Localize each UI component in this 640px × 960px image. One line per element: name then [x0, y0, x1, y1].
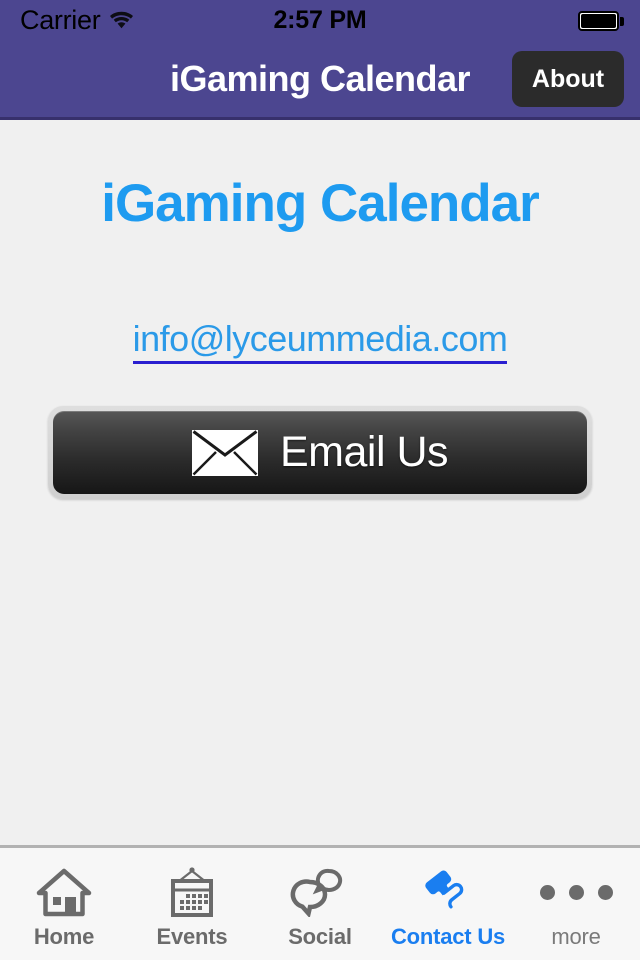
- tab-home-label: Home: [33, 924, 95, 949]
- tab-events-label: Events: [156, 924, 228, 949]
- tab-bar: Home Events Social Contact Us more: [0, 845, 640, 960]
- about-button[interactable]: About: [512, 51, 624, 107]
- email-link-container: info@lyceummedia.com: [0, 318, 640, 364]
- app-screen: Carrier 2:57 PM iGaming Calendar About i…: [0, 0, 640, 960]
- tab-home[interactable]: Home: [0, 848, 128, 960]
- email-address-link[interactable]: info@lyceummedia.com: [132, 318, 508, 364]
- tab-more-label: more: [551, 924, 601, 949]
- email-us-button-label: Email Us: [279, 428, 449, 476]
- tab-events[interactable]: Events: [128, 848, 256, 960]
- envelope-icon: [191, 429, 258, 476]
- navigation-bar: iGaming Calendar About: [0, 40, 640, 120]
- main-content: iGaming Calendar info@lyceummedia.com Em…: [0, 123, 640, 845]
- battery-icon: [578, 11, 624, 31]
- ellipsis-icon: [539, 864, 613, 920]
- phone-handset-icon: [419, 864, 477, 920]
- home-icon: [36, 864, 92, 920]
- chat-bubbles-icon: [290, 864, 350, 920]
- status-bar: Carrier 2:57 PM: [0, 0, 640, 40]
- page-title: iGaming Calendar: [101, 174, 540, 233]
- tab-contact-us-label: Contact Us: [390, 924, 506, 949]
- tab-more[interactable]: more: [512, 848, 640, 960]
- tab-social-label: Social: [288, 924, 352, 949]
- email-us-button[interactable]: Email Us: [48, 406, 592, 499]
- tab-social[interactable]: Social: [256, 848, 384, 960]
- calendar-icon: [164, 864, 220, 920]
- status-bar-time: 2:57 PM: [273, 5, 367, 34]
- tab-contact-us[interactable]: Contact Us: [384, 848, 512, 960]
